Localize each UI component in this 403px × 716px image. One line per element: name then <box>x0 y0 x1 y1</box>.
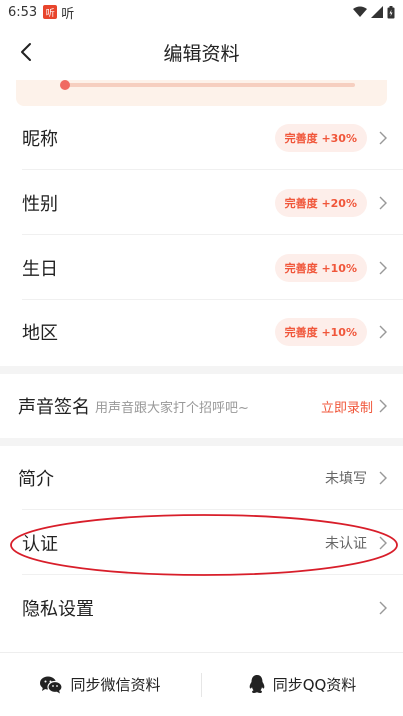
completion-progress-track <box>63 83 355 87</box>
row-label: 地区 <box>22 323 58 344</box>
completion-progress-dot <box>60 80 70 90</box>
status-bar: 6:53 听 听 <box>0 0 403 24</box>
sync-qq-button[interactable]: 同步QQ资料 <box>202 653 403 716</box>
row-label: 生日 <box>22 259 58 280</box>
row-label: 昵称 <box>22 129 58 150</box>
row-nickname[interactable]: 昵称 完善度 +30% <box>0 106 403 170</box>
row-gender[interactable]: 性别 完善度 +20% <box>0 171 403 235</box>
section-gap <box>0 438 403 446</box>
qq-icon <box>249 675 265 694</box>
row-privacy-settings[interactable]: 隐私设置 <box>0 576 403 640</box>
row-label: 声音签名 <box>18 397 90 418</box>
sync-qq-label: 同步QQ资料 <box>272 676 357 694</box>
section-gap <box>0 366 403 374</box>
divider <box>22 509 403 510</box>
row-label: 认证 <box>22 534 58 555</box>
wifi-icon <box>353 6 367 17</box>
app-notification-label: 听 <box>61 6 75 22</box>
chevron-right-icon <box>377 324 389 340</box>
row-birthday[interactable]: 生日 完善度 +10% <box>0 236 403 300</box>
row-label: 性别 <box>22 194 58 215</box>
sync-wechat-button[interactable]: 同步微信资料 <box>0 653 201 716</box>
nav-bar: 编辑资料 <box>0 24 403 80</box>
bio-value: 未填写 <box>325 471 367 487</box>
completion-badge: 完善度 +10% <box>274 318 367 346</box>
chevron-right-icon <box>377 195 389 211</box>
page-title: 编辑资料 <box>163 42 240 65</box>
chevron-right-icon <box>377 398 389 414</box>
verification-value: 未认证 <box>325 536 367 552</box>
row-verification[interactable]: 认证 未认证 <box>0 511 403 575</box>
row-voice-signature[interactable]: 声音签名 用声音跟大家打个招呼吧~ 立即录制 <box>0 374 403 438</box>
divider <box>22 169 403 170</box>
app-notification-icon: 听 <box>43 5 58 19</box>
back-button[interactable] <box>12 38 40 66</box>
status-indicators <box>353 5 395 19</box>
row-label: 简介 <box>18 469 54 490</box>
completion-badge: 完善度 +30% <box>274 124 367 152</box>
chevron-right-icon <box>377 470 389 486</box>
bottom-sync-bar: 同步微信资料 同步QQ资料 <box>0 652 403 716</box>
chevron-left-icon <box>21 43 31 61</box>
chevron-right-icon <box>377 535 389 551</box>
completion-badge: 完善度 +20% <box>274 189 367 217</box>
wechat-icon <box>40 676 63 693</box>
status-time: 6:53 <box>8 4 38 20</box>
chevron-right-icon <box>377 130 389 146</box>
record-now-button[interactable]: 立即录制 <box>321 397 373 416</box>
row-region[interactable]: 地区 完善度 +10% <box>0 300 403 364</box>
divider <box>22 234 403 235</box>
battery-icon <box>387 5 395 18</box>
chevron-right-icon <box>377 600 389 616</box>
voice-signature-hint: 用声音跟大家打个招呼吧~ <box>95 400 249 416</box>
chevron-right-icon <box>377 260 389 276</box>
sync-wechat-label: 同步微信资料 <box>70 676 161 694</box>
divider <box>22 574 403 575</box>
completion-badge: 完善度 +10% <box>274 254 367 282</box>
row-bio[interactable]: 简介 未填写 <box>0 446 403 510</box>
signal-icon <box>371 6 383 18</box>
profile-completion-card <box>16 80 387 106</box>
row-label: 隐私设置 <box>22 599 94 620</box>
